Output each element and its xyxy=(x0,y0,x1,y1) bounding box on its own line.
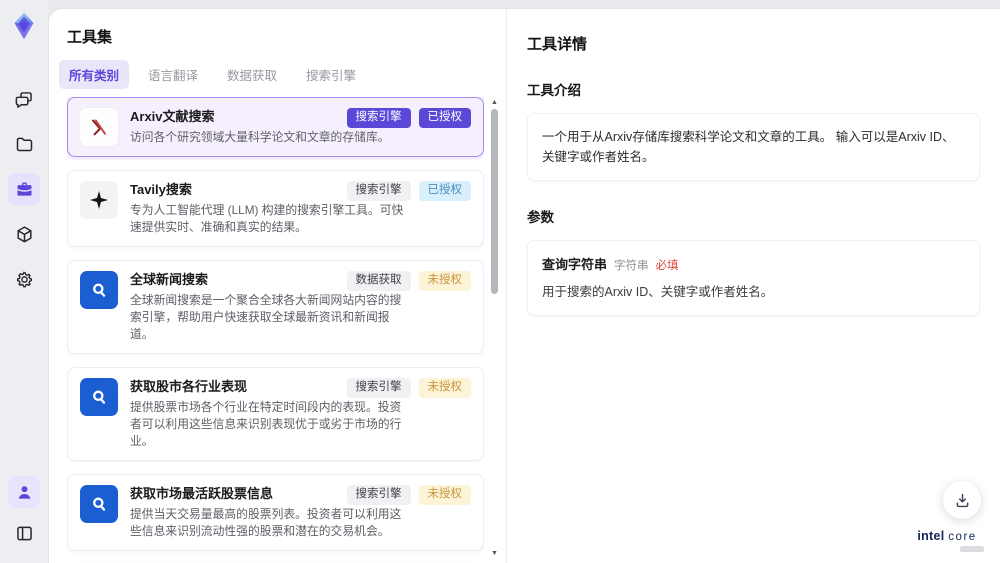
auth-status-badge: 未授权 xyxy=(418,271,471,291)
tool-badges: 搜索引擎 未授权 xyxy=(346,485,471,505)
category-tab[interactable]: 搜索引擎 xyxy=(296,60,366,89)
auth-status-badge: 未授权 xyxy=(418,485,471,505)
tool-list: Arxiv文献搜索 访问各个研究领域大量科学论文和文章的存储库。 搜索引擎 已授… xyxy=(67,97,484,563)
auth-status-badge: 已授权 xyxy=(418,181,471,201)
tool-badges: 搜索引擎 未授权 xyxy=(346,378,471,398)
category-badge: 搜索引擎 xyxy=(346,378,411,398)
tool-badges: 搜索引擎 已授权 xyxy=(346,108,471,128)
left-rail xyxy=(0,0,48,563)
tool-description: 提供当天交易量最高的股票列表。投资者可以利用这些信息来识别流动性强的股票和潜在的… xyxy=(130,507,402,538)
tool-card[interactable]: Arxiv文献搜索 访问各个研究领域大量科学论文和文章的存储库。 搜索引擎 已授… xyxy=(67,97,484,157)
scrollbar-thumb[interactable] xyxy=(491,109,498,294)
tool-icon xyxy=(80,271,118,309)
tool-icon xyxy=(80,378,118,416)
param-box: 查询字符串 字符串 必填 用于搜索的Arxiv ID、关键字或作者姓名。 xyxy=(527,240,980,316)
tool-badges: 数据获取 未授权 xyxy=(346,271,471,291)
category-tab[interactable]: 语言翻译 xyxy=(138,60,208,89)
tool-description: 访问各个研究领域大量科学论文和文章的存储库。 xyxy=(130,130,390,144)
list-scrollbar[interactable]: ▲ ▼ xyxy=(490,99,499,557)
settings-icon[interactable] xyxy=(8,263,40,295)
folder-icon[interactable] xyxy=(8,128,40,160)
detail-title: 工具详情 xyxy=(527,36,588,53)
intro-section-title: 工具介绍 xyxy=(527,83,581,98)
param-required-label: 必填 xyxy=(655,260,679,272)
intro-text: 一个用于从Arxiv存储库搜索科学论文和文章的工具。 输入可以是Arxiv ID… xyxy=(542,130,955,164)
tool-card[interactable]: 获取市场最活跃股票信息 提供当天交易量最高的股票列表。投资者可以利用这些信息来识… xyxy=(67,474,484,551)
category-badge: 搜索引擎 xyxy=(346,181,411,201)
download-icon xyxy=(956,493,968,507)
auth-status-badge: 已授权 xyxy=(418,108,471,128)
user-icon[interactable] xyxy=(8,476,40,508)
app-logo[interactable] xyxy=(7,9,41,43)
package-icon[interactable] xyxy=(8,218,40,250)
download-button[interactable] xyxy=(943,481,981,519)
tool-icon xyxy=(80,181,118,219)
tool-card[interactable]: 获取股市各行业表现 提供股票市场各个行业在特定时间段内的表现。投资者可以利用这些… xyxy=(67,367,484,461)
page-title: 工具集 xyxy=(67,29,113,46)
category-tab[interactable]: 数据获取 xyxy=(217,60,287,89)
param-name: 查询字符串 xyxy=(542,257,608,272)
tool-card[interactable]: Tavily搜索 专为人工智能代理 (LLM) 构建的搜索引擎工具。可快速提供实… xyxy=(67,170,484,247)
layout-panel-icon[interactable] xyxy=(8,517,40,549)
param-type: 字符串 xyxy=(614,260,649,272)
intro-box: 一个用于从Arxiv存储库搜索科学论文和文章的工具。 输入可以是Arxiv ID… xyxy=(527,113,980,181)
category-badge: 搜索引擎 xyxy=(346,485,411,505)
tool-description: 专为人工智能代理 (LLM) 构建的搜索引擎工具。可快速提供实时、准确和真实的结… xyxy=(130,203,404,234)
tool-icon xyxy=(80,108,118,146)
brand-core: core xyxy=(948,531,977,543)
scrollbar-up-icon[interactable]: ▲ xyxy=(490,99,499,106)
params-section-title: 参数 xyxy=(527,210,554,225)
category-tabs: 所有类别 语言翻译 数据获取 搜索引擎 xyxy=(59,60,506,89)
tool-description: 提供股票市场各个行业在特定时间段内的表现。投资者可以利用这些信息来识别表现优于或… xyxy=(130,400,402,448)
category-tab[interactable]: 所有类别 xyxy=(59,60,130,89)
tool-detail-pane: 工具详情 工具介绍 一个用于从Arxiv存储库搜索科学论文和文章的工具。 输入可… xyxy=(506,9,1000,563)
main-panel: 工具集 所有类别 语言翻译 数据获取 搜索引擎 Arxiv文献搜索 访问各个研究… xyxy=(48,8,1000,563)
brand-intel: intel xyxy=(917,529,945,543)
tool-list-pane: 工具集 所有类别 语言翻译 数据获取 搜索引擎 Arxiv文献搜索 访问各个研究… xyxy=(49,9,506,563)
category-badge: 搜索引擎 xyxy=(346,108,411,128)
param-description: 用于搜索的Arxiv ID、关键字或作者姓名。 xyxy=(542,285,774,299)
scrollbar-down-icon[interactable]: ▼ xyxy=(490,550,499,557)
chat-icon[interactable] xyxy=(8,83,40,115)
tool-card[interactable]: 全球新闻搜索 全球新闻搜索是一个聚合全球各大新闻网站内容的搜索引擎，帮助用户快速… xyxy=(67,260,484,354)
toolbox-icon[interactable] xyxy=(8,173,40,205)
category-badge: 数据获取 xyxy=(346,271,411,291)
tool-icon xyxy=(80,485,118,523)
auth-status-badge: 未授权 xyxy=(418,378,471,398)
tool-description: 全球新闻搜索是一个聚合全球各大新闻网站内容的搜索引擎，帮助用户快速获取全球最新资… xyxy=(130,293,402,341)
brand-subtext-mark xyxy=(960,546,984,552)
intel-core-logo: intel core xyxy=(906,529,988,552)
tool-badges: 搜索引擎 已授权 xyxy=(346,181,471,201)
